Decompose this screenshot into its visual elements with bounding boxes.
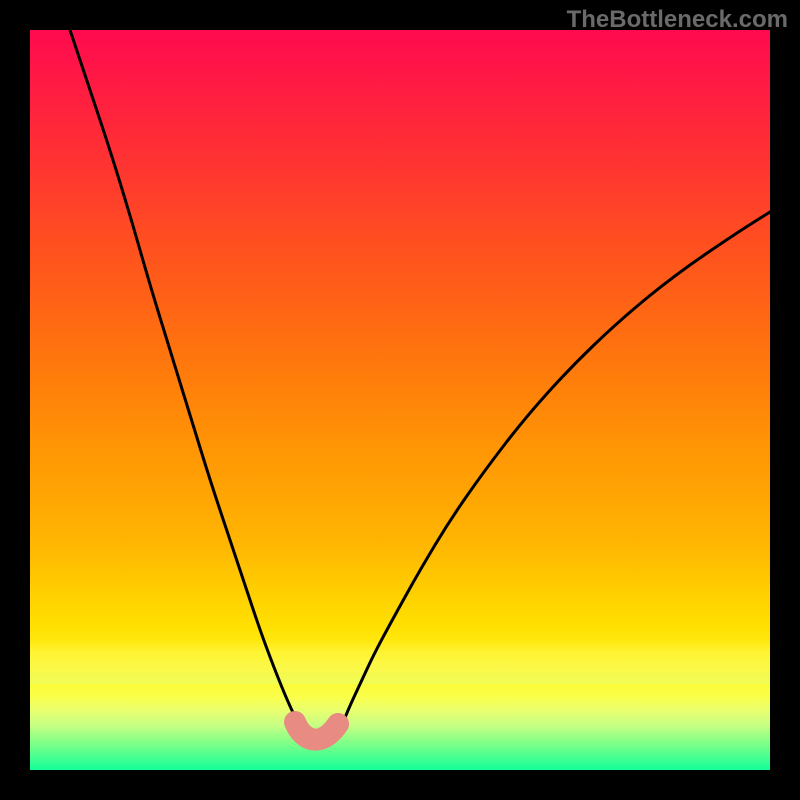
figure-frame: TheBottleneck.com (0, 0, 800, 800)
brand-label: TheBottleneck.com (567, 6, 788, 34)
plot-area (30, 30, 770, 770)
